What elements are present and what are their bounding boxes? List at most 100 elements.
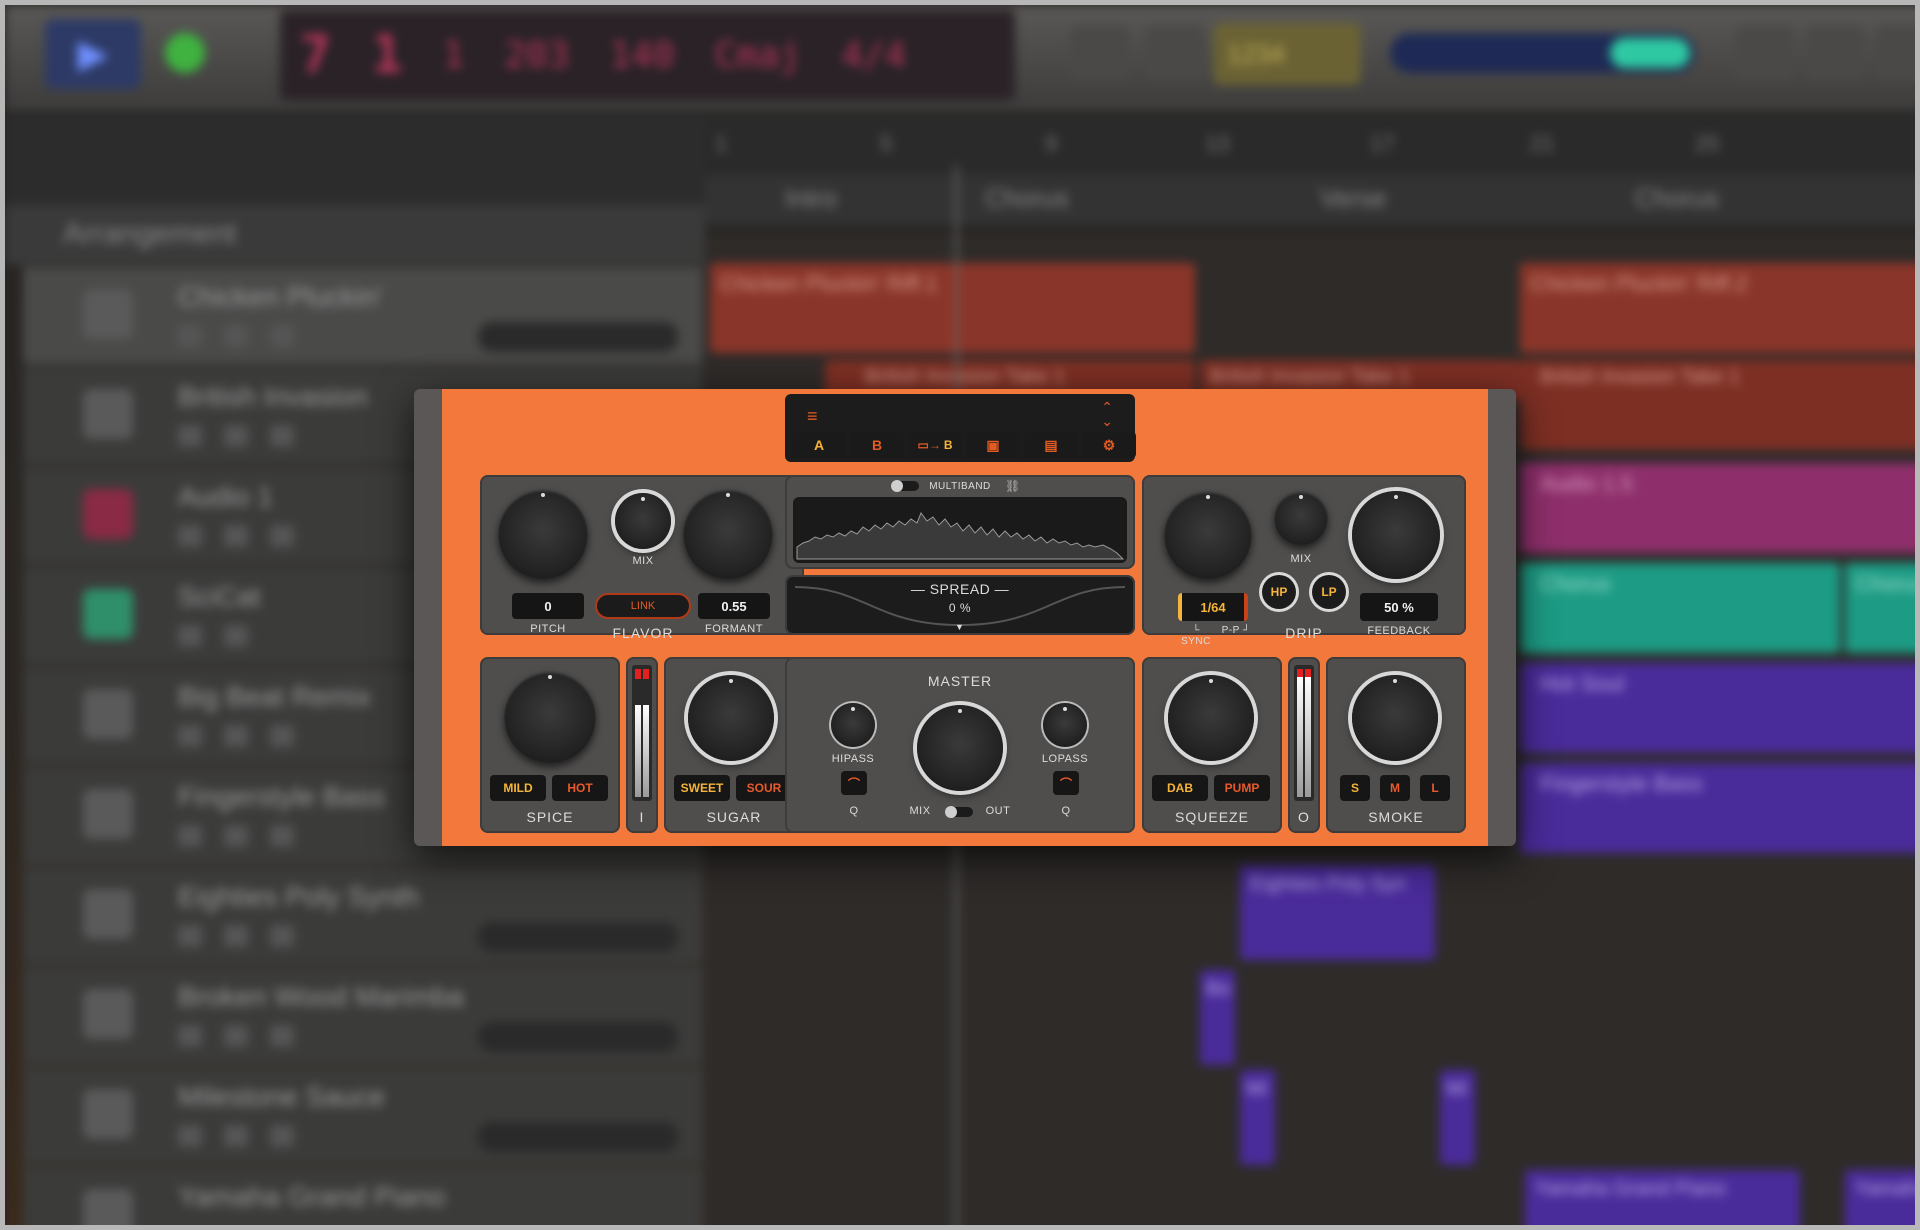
region[interactable]: Eighties Poly Syn bbox=[1240, 865, 1435, 960]
loop-browser-button[interactable] bbox=[1805, 25, 1865, 81]
output-meter-label: O bbox=[1298, 809, 1310, 825]
flavor-mix-label: MIX bbox=[632, 555, 654, 567]
master-out-label: OUT bbox=[985, 805, 1011, 817]
region[interactable]: Mi bbox=[1440, 1070, 1475, 1165]
sour-button[interactable]: SOUR bbox=[736, 775, 792, 801]
region[interactable]: Yamaha Grand Piano bbox=[1525, 1170, 1800, 1225]
save-button[interactable]: ▣ bbox=[966, 432, 1020, 458]
track-row[interactable]: Broken Wood Marimba bbox=[23, 967, 703, 1065]
dab-button[interactable]: DAB bbox=[1152, 775, 1208, 801]
lcd-tick: 203 bbox=[504, 34, 570, 76]
region[interactable]: Fingerstyle Bass bbox=[1520, 763, 1915, 853]
squeeze-knob[interactable] bbox=[1168, 675, 1254, 761]
tuner-button[interactable] bbox=[1145, 25, 1205, 81]
play-button[interactable]: ▶ bbox=[45, 19, 141, 89]
notepad-button[interactable] bbox=[1735, 25, 1795, 81]
preset-b-button[interactable]: B bbox=[850, 432, 904, 458]
feedback-label: FEEDBACK bbox=[1367, 625, 1431, 637]
region[interactable]: Chorus bbox=[1845, 563, 1915, 653]
track-buttons[interactable] bbox=[178, 525, 318, 547]
region-label: Chicken Pluckin' Riff.1 bbox=[720, 271, 938, 296]
track-volume-slider[interactable] bbox=[478, 1122, 678, 1152]
hp-button[interactable]: HP bbox=[1262, 575, 1296, 609]
lopass-knob[interactable] bbox=[1043, 703, 1087, 747]
region-label: Fingerstyle Bass bbox=[1540, 771, 1703, 796]
feedback-knob[interactable] bbox=[1352, 491, 1440, 579]
lcd-display: 7 1 1 203 140 Cmaj 4/4 bbox=[280, 10, 1015, 100]
spice-knob[interactable] bbox=[504, 671, 596, 763]
region[interactable]: British Invasion Take 1 bbox=[1520, 360, 1915, 450]
record-button[interactable] bbox=[165, 33, 205, 73]
arrangement-markers[interactable]: Intro Chorus Verse Chorus bbox=[705, 175, 1915, 225]
lp-button[interactable]: LP bbox=[1312, 575, 1346, 609]
track-row[interactable]: Eighties Poly Synth bbox=[23, 867, 703, 965]
pump-button[interactable]: PUMP bbox=[1214, 775, 1270, 801]
track-buttons[interactable] bbox=[178, 1025, 318, 1047]
track-icon bbox=[83, 889, 133, 939]
region[interactable]: Hot Soul bbox=[1520, 663, 1915, 753]
track-volume-slider[interactable] bbox=[478, 1022, 678, 1052]
pitch-knob[interactable] bbox=[498, 489, 588, 579]
drip-time-knob[interactable] bbox=[1164, 491, 1252, 579]
feedback-value[interactable]: 50 % bbox=[1360, 593, 1438, 621]
region[interactable]: Chicken Pluckin' Riff.1 bbox=[710, 263, 1195, 353]
smoke-s-button[interactable]: S bbox=[1340, 775, 1370, 801]
hipass-q-button[interactable]: ⌒ bbox=[841, 771, 867, 795]
sync-value[interactable]: 1/64 bbox=[1178, 593, 1248, 621]
lopass-q-button[interactable]: ⌒ bbox=[1053, 771, 1079, 795]
volume-thumb[interactable] bbox=[1610, 38, 1690, 68]
track-buttons[interactable] bbox=[178, 625, 318, 647]
settings-button[interactable]: ⚙ bbox=[1082, 432, 1136, 458]
region[interactable]: Audio 1.5 bbox=[1520, 463, 1915, 553]
calendar-button[interactable]: ▤ bbox=[1024, 432, 1078, 458]
track-volume-slider[interactable] bbox=[478, 322, 678, 352]
link-toggle[interactable]: LINK bbox=[595, 593, 691, 619]
sweet-button[interactable]: SWEET bbox=[674, 775, 730, 801]
sugar-knob[interactable] bbox=[688, 675, 774, 761]
flavor-mix-knob[interactable] bbox=[615, 493, 671, 549]
hot-button[interactable]: HOT bbox=[552, 775, 608, 801]
drip-title: DRIP bbox=[1285, 625, 1323, 641]
pitch-value[interactable]: 0 bbox=[512, 593, 584, 619]
master-title: MASTER bbox=[927, 673, 993, 689]
master-mix-knob[interactable] bbox=[917, 705, 1003, 791]
timeline-ruler[interactable]: 1 5 9 13 17 21 25 bbox=[705, 115, 1915, 175]
master-volume-slider[interactable] bbox=[1390, 33, 1695, 73]
drip-mix-knob[interactable] bbox=[1274, 491, 1328, 545]
track-buttons[interactable] bbox=[178, 425, 318, 447]
hamburger-icon[interactable]: ≡ bbox=[807, 406, 818, 427]
count-in-display[interactable]: 1234 bbox=[1213, 23, 1361, 85]
track-row[interactable]: Yamaha Grand Piano bbox=[23, 1167, 703, 1225]
track-buttons[interactable] bbox=[178, 925, 318, 947]
smoke-l-button[interactable]: L bbox=[1420, 775, 1450, 801]
track-buttons[interactable] bbox=[178, 1125, 318, 1147]
track-buttons[interactable] bbox=[178, 825, 318, 847]
copy-a-to-b-button[interactable]: ▭→ B bbox=[908, 432, 962, 458]
region[interactable]: Chorus bbox=[1520, 563, 1840, 653]
hipass-knob[interactable] bbox=[831, 703, 875, 747]
track-volume-slider[interactable] bbox=[478, 922, 678, 952]
preset-a-button[interactable]: A bbox=[792, 432, 846, 458]
track-buttons[interactable] bbox=[178, 325, 318, 347]
region[interactable]: Yamaha bbox=[1845, 1170, 1915, 1225]
multiband-switch[interactable] bbox=[891, 480, 919, 492]
media-browser-button[interactable] bbox=[1875, 25, 1915, 81]
cycle-button[interactable] bbox=[1070, 25, 1130, 81]
preset-up-down-icon[interactable]: ⌃ ⌄ bbox=[1101, 400, 1113, 428]
link-icon[interactable]: ⛓ bbox=[1005, 479, 1020, 493]
region[interactable]: Mi bbox=[1240, 1070, 1275, 1165]
formant-value[interactable]: 0.55 bbox=[698, 593, 770, 619]
spread-caret-icon[interactable]: ▼ bbox=[955, 622, 964, 632]
track-row[interactable]: Milestone Sauce bbox=[23, 1067, 703, 1165]
formant-knob[interactable] bbox=[683, 489, 773, 579]
mix-out-switch[interactable] bbox=[945, 806, 973, 818]
region[interactable]: Bo bbox=[1200, 970, 1235, 1065]
output-meter-panel: O bbox=[1288, 657, 1320, 833]
smoke-m-button[interactable]: M bbox=[1380, 775, 1410, 801]
track-buttons[interactable] bbox=[178, 725, 318, 747]
region[interactable]: Chicken Pluckin' Riff.2 bbox=[1520, 263, 1915, 353]
smoke-knob[interactable] bbox=[1352, 675, 1438, 761]
track-row[interactable]: Chicken Pluckin' bbox=[23, 267, 703, 365]
mild-button[interactable]: MILD bbox=[490, 775, 546, 801]
spread-value[interactable]: 0 % bbox=[925, 601, 995, 615]
